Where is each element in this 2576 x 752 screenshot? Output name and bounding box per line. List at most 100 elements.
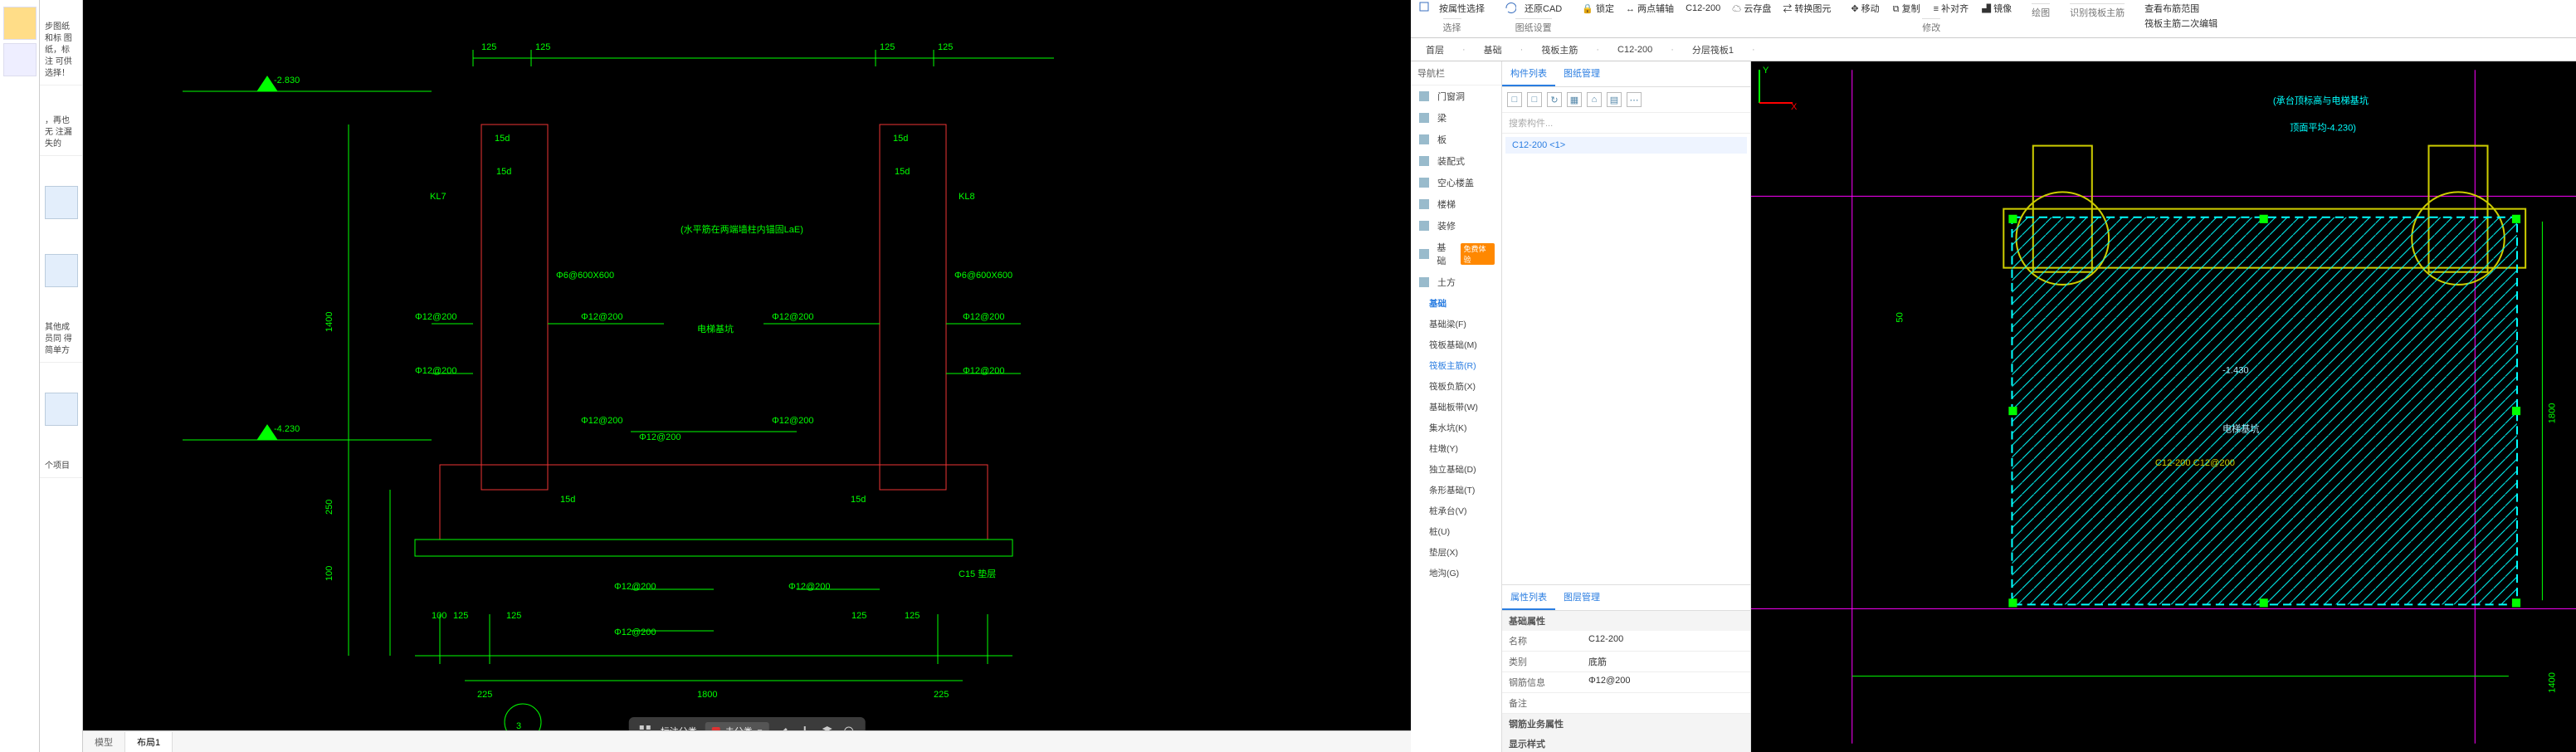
tool-button[interactable]: ▦	[1567, 92, 1582, 107]
nav-item-door[interactable]: 门窗洞	[1411, 85, 1501, 107]
prop-row[interactable]: 名称C12-200	[1502, 631, 1750, 652]
tab-layer[interactable]: 图层管理	[1555, 585, 1608, 610]
nav-item-stair[interactable]: 楼梯	[1411, 193, 1501, 215]
axis-button[interactable]: ↔ 两点辅轴	[1626, 2, 1674, 15]
svg-text:Φ12@200: Φ12@200	[963, 366, 1005, 376]
restore-cad-icon[interactable]	[1505, 2, 1516, 13]
breadcrumb: 首层· 基础· 筏板主筋· C12-200· 分层筏板1·	[1411, 38, 2576, 61]
slab-icon	[1417, 133, 1431, 146]
svg-text:Φ12@200: Φ12@200	[581, 416, 623, 426]
nav-sub-item[interactable]: 条形基础(T)	[1422, 480, 1501, 501]
nav-item-foundation[interactable]: 基础免费体验	[1411, 237, 1501, 271]
property-grid: 基础属性 名称C12-200类别底筋钢筋信息Φ12@200备注 钢筋业务属性 显…	[1502, 611, 1750, 752]
tab-model[interactable]: 模型	[83, 732, 125, 752]
svg-text:15d: 15d	[496, 167, 511, 177]
prop-row[interactable]: 钢筋信息Φ12@200	[1502, 672, 1750, 693]
align-button[interactable]: ≡ 补对齐	[1934, 2, 1969, 15]
svg-text:125: 125	[938, 42, 953, 52]
tool-button[interactable]: ⋯	[1627, 92, 1642, 107]
tab-props[interactable]: 属性列表	[1502, 585, 1555, 610]
nav-item-assembly[interactable]: 装配式	[1411, 150, 1501, 172]
search-input[interactable]: 搜索构件...	[1502, 113, 1750, 134]
view-range-button[interactable]: 查看布筋范围	[2144, 2, 2199, 15]
restore-cad-button[interactable]: 还原CAD	[1525, 2, 1562, 15]
thumb[interactable]	[3, 43, 37, 76]
earth-icon	[1417, 276, 1431, 289]
tab-elements[interactable]: 构件列表	[1502, 61, 1555, 86]
edit-rebar-button[interactable]: 筏板主筋二次编辑	[2144, 17, 2217, 30]
lock-button[interactable]: 🔒 锁定	[1582, 2, 1614, 15]
tool-button[interactable]: □	[1507, 92, 1522, 107]
axis-gizmo: Y X	[1751, 61, 2576, 752]
prop-group[interactable]: 钢筋业务属性	[1502, 714, 1750, 734]
nav-sub-item[interactable]: 基础	[1422, 293, 1501, 314]
breadcrumb-item[interactable]: 基础	[1477, 42, 1509, 58]
svg-text:1800: 1800	[697, 690, 717, 700]
nav-item-slab[interactable]: 板	[1411, 129, 1501, 150]
svg-text:100: 100	[324, 566, 334, 581]
tab-layout1[interactable]: 布局1	[125, 732, 173, 752]
breadcrumb-item[interactable]: 筏板主筋	[1534, 42, 1584, 58]
prop-group[interactable]: 显示样式	[1502, 734, 1750, 752]
nav-sub-item[interactable]: 基础板带(W)	[1422, 397, 1501, 418]
tool-button[interactable]: □	[1527, 92, 1542, 107]
nav-sub-item[interactable]: 筏板负筋(X)	[1422, 376, 1501, 397]
svg-text:15d: 15d	[893, 134, 908, 144]
breadcrumb-item[interactable]: C12-200	[1611, 43, 1659, 56]
select-by-prop-button[interactable]: 按属性选择	[1439, 2, 1485, 15]
move-button[interactable]: ✥ 移动	[1851, 2, 1879, 15]
tool-button[interactable]: ⌂	[1587, 92, 1602, 107]
svg-text:Φ12@200: Φ12@200	[788, 582, 831, 592]
svg-text:Φ12@200: Φ12@200	[639, 432, 681, 442]
door-icon	[1417, 90, 1431, 103]
breadcrumb-item[interactable]: 首层	[1419, 42, 1451, 58]
svg-text:Φ12@200: Φ12@200	[614, 627, 656, 637]
ribbon: 按属性选择 选择 还原CAD 图纸设置 🔒 锁定 ↔ 两点辅轴 C12-200 …	[1411, 0, 2576, 38]
current-element-select[interactable]: C12-200	[1686, 3, 1720, 13]
bim-app: 按属性选择 选择 还原CAD 图纸设置 🔒 锁定 ↔ 两点辅轴 C12-200 …	[1411, 0, 2576, 752]
svg-text:-4.230: -4.230	[274, 424, 300, 434]
svg-text:电梯基坑: 电梯基坑	[697, 323, 734, 334]
nav-sub-item[interactable]: 筏板主筋(R)	[1422, 355, 1501, 376]
tab-drawings[interactable]: 图纸管理	[1555, 61, 1608, 86]
ribbon-group-cad: 还原CAD 图纸设置	[1505, 2, 1562, 34]
prop-row[interactable]: 备注	[1502, 693, 1750, 714]
mirror-button[interactable]: ▟ 镜像	[1982, 2, 2012, 15]
prop-row[interactable]: 类别底筋	[1502, 652, 1750, 672]
hint-image	[45, 254, 78, 287]
nav-sub-item[interactable]: 独立基础(D)	[1422, 459, 1501, 480]
hint-text: 步图纸和标 图纸，标注 可供选择！	[40, 17, 82, 85]
svg-text:15d: 15d	[851, 495, 866, 505]
model-viewport[interactable]: (承台顶标高与电梯基坑 顶面平均-4.230) -1.430 电梯基坑 C12-…	[1751, 61, 2576, 752]
tool-button[interactable]: ▤	[1607, 92, 1622, 107]
nav-item-earth[interactable]: 土方	[1411, 271, 1501, 293]
svg-text:Φ12@200: Φ12@200	[415, 366, 457, 376]
nav-sub-item[interactable]: 集水坑(K)	[1422, 418, 1501, 438]
nav-sub-item[interactable]: 筏板基础(M)	[1422, 334, 1501, 355]
cloud-save-button[interactable]: ☁ 云存盘	[1732, 2, 1771, 15]
nav-sub-item[interactable]: 地沟(G)	[1422, 563, 1501, 584]
nav-item-finish[interactable]: 装修	[1411, 215, 1501, 237]
svg-text:X: X	[1791, 102, 1798, 112]
select-icon[interactable]	[1419, 2, 1431, 13]
nav-item-beam[interactable]: 梁	[1411, 107, 1501, 129]
convert-button[interactable]: ⇄ 转换图元	[1783, 2, 1831, 15]
nav-sub-item[interactable]: 基础梁(F)	[1422, 314, 1501, 334]
tree-node[interactable]: C12-200 <1>	[1505, 137, 1747, 154]
breadcrumb-item[interactable]: 分层筏板1	[1686, 42, 1740, 58]
tool-button[interactable]: ↻	[1547, 92, 1562, 107]
hint-text: 个项目	[40, 456, 82, 478]
cad-viewport[interactable]: -2.830 -4.230 KL7 KL8 (水平筋在两端墙柱内锚固LaE) 电…	[83, 0, 1411, 752]
beam-icon	[1417, 111, 1431, 125]
copy-button[interactable]: ⧉ 复制	[1893, 2, 1920, 15]
nav-sub-item[interactable]: 垫层(X)	[1422, 542, 1501, 563]
svg-text:125: 125	[453, 611, 468, 621]
svg-text:125: 125	[851, 611, 866, 621]
nav-sub-item[interactable]: 柱墩(Y)	[1422, 438, 1501, 459]
nav-sub-item[interactable]: 桩(U)	[1422, 521, 1501, 542]
nav-item-cavity[interactable]: 空心楼盖	[1411, 172, 1501, 193]
nav-sub-item[interactable]: 桩承台(V)	[1422, 501, 1501, 521]
prop-group[interactable]: 基础属性	[1502, 611, 1750, 631]
nav-header: 导航栏	[1411, 61, 1501, 85]
thumb[interactable]	[3, 7, 37, 40]
